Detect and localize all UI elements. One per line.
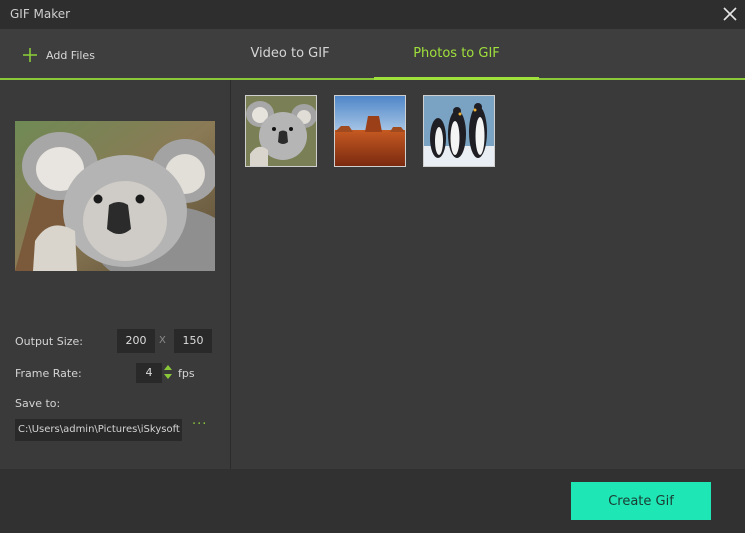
title-bar: GIF Maker (0, 0, 745, 29)
output-width-input[interactable]: 200 (117, 329, 155, 353)
thumbnail-koala[interactable] (245, 95, 317, 167)
frame-rate-input[interactable]: 4 (136, 363, 162, 383)
tab-video-to-gif[interactable]: Video to GIF (210, 29, 370, 78)
footer-bar: Create Gif (0, 469, 745, 533)
output-height-input[interactable]: 150 (174, 329, 212, 353)
fps-label: fps (178, 367, 195, 380)
settings-panel: Output Size: 200 X 150 Frame Rate: 4 fps… (0, 80, 231, 469)
photo-list-area (231, 80, 745, 469)
size-separator: X (159, 335, 166, 346)
browse-button[interactable]: ··· (192, 417, 207, 432)
tab-photos-to-gif[interactable]: Photos to GIF (374, 29, 539, 80)
penguins-image (424, 96, 494, 166)
thumbnail-desert[interactable] (334, 95, 406, 167)
desert-image (335, 96, 405, 166)
window-title: GIF Maker (10, 7, 71, 21)
plus-icon (23, 48, 37, 62)
toolbar: Add Files Video to GIF Photos to GIF (0, 29, 745, 80)
frame-rate-label: Frame Rate: (15, 367, 82, 380)
add-files-label: Add Files (46, 48, 95, 62)
tab-photos-to-gif-label: Photos to GIF (413, 46, 500, 61)
koala-image (246, 96, 316, 166)
thumbnail-penguins[interactable] (423, 95, 495, 167)
add-files-button[interactable]: Add Files (22, 44, 95, 66)
save-to-label: Save to: (15, 397, 61, 410)
frame-rate-stepper-icon[interactable] (163, 364, 173, 380)
preview-image (15, 121, 215, 271)
close-icon[interactable] (721, 5, 739, 23)
save-path-input[interactable]: C:\Users\admin\Pictures\iSkysoft (15, 419, 182, 441)
output-size-label: Output Size: (15, 335, 83, 348)
create-gif-button[interactable]: Create Gif (571, 482, 711, 520)
